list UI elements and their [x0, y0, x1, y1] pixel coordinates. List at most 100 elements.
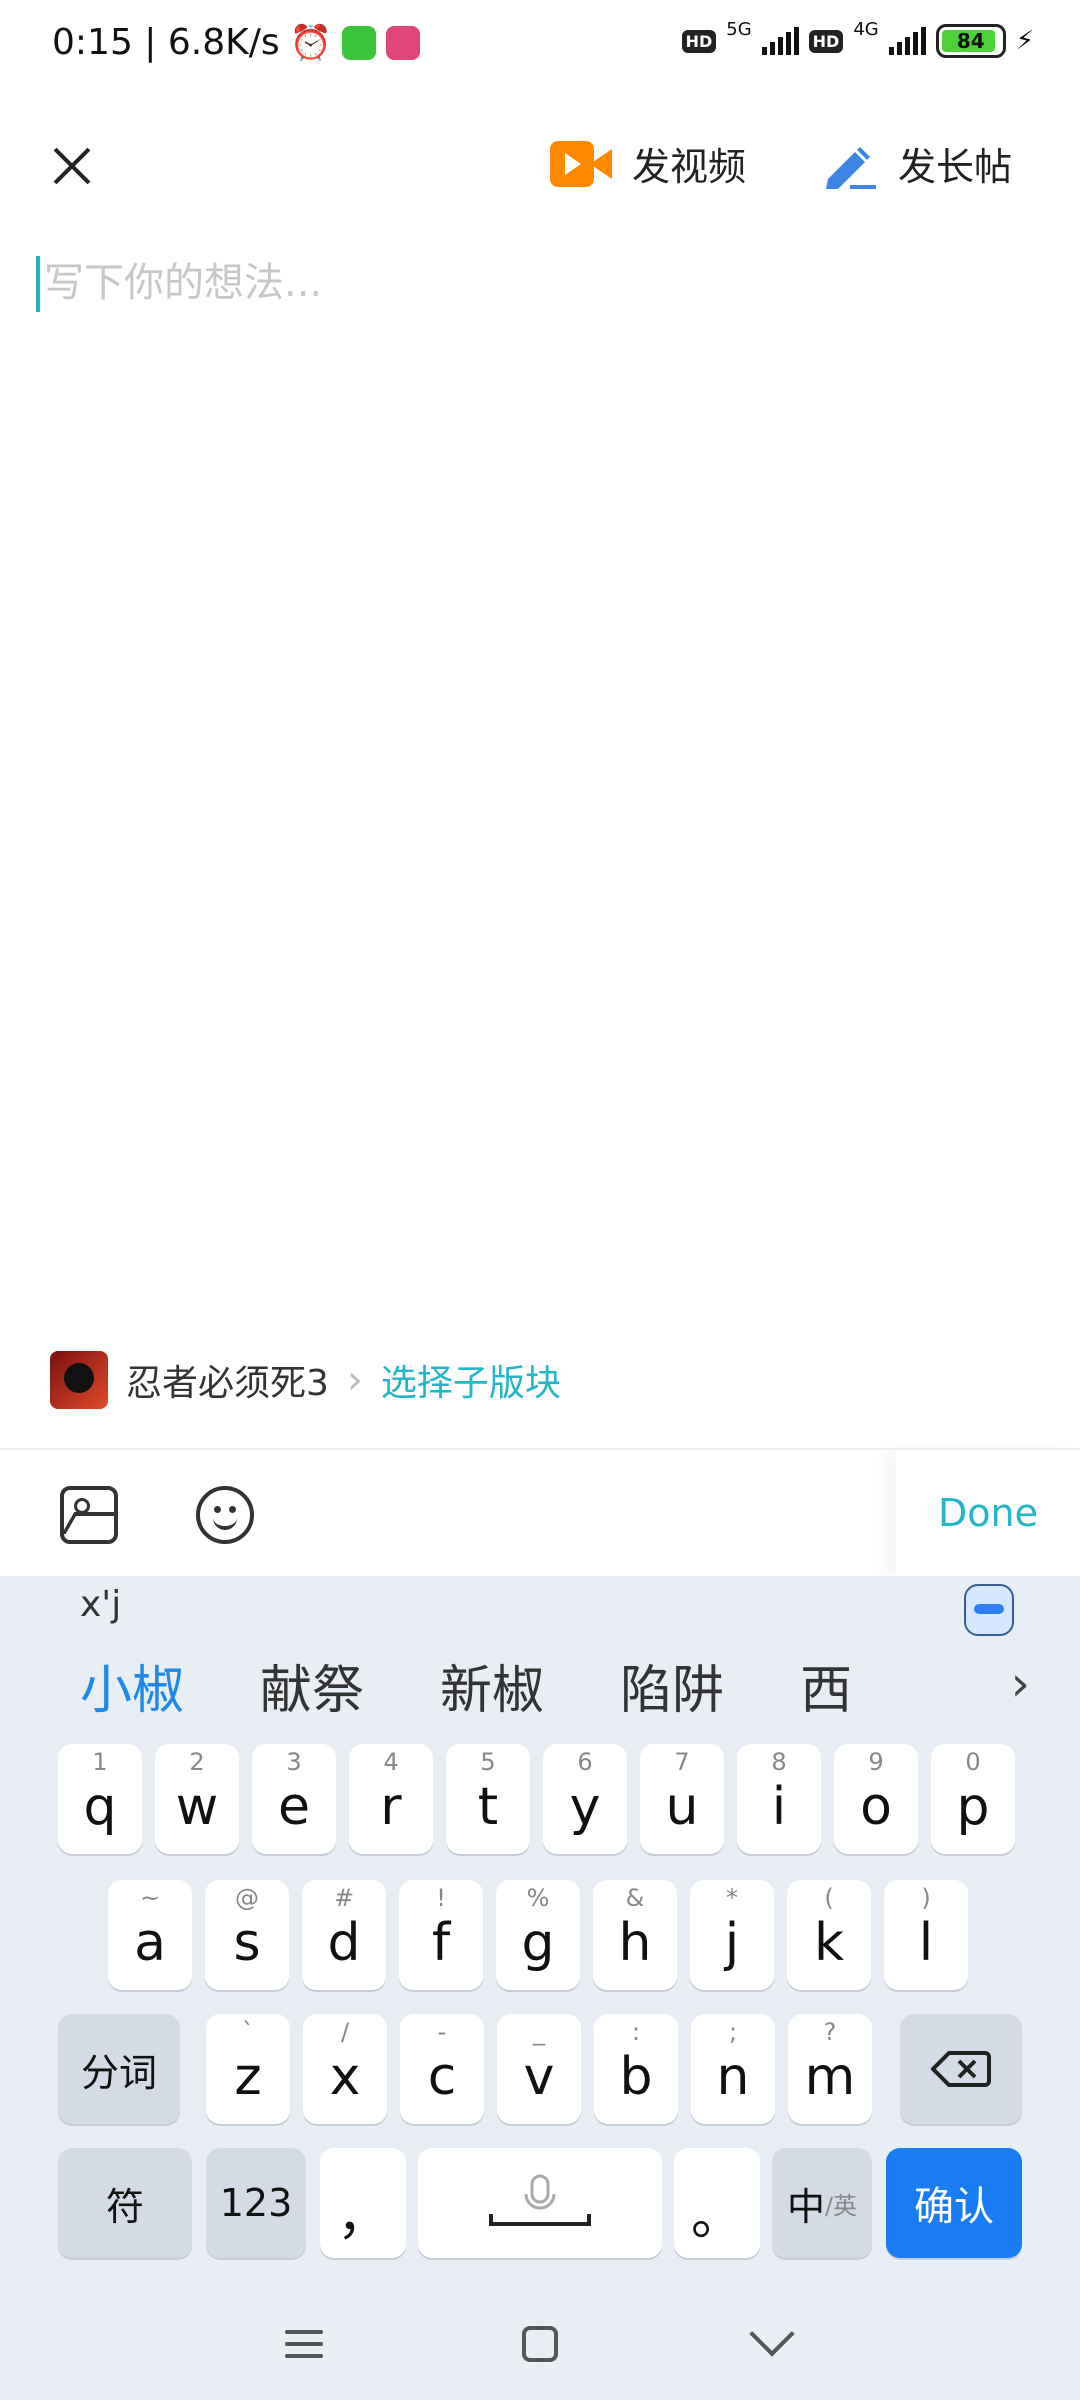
key-p[interactable]: 0p [931, 1744, 1015, 1854]
key-n[interactable]: ; n [691, 2014, 775, 2124]
key-s[interactable]: @ s [205, 1880, 289, 1990]
candidate-item[interactable]: 陷阱 [620, 1648, 724, 1723]
image-icon[interactable] [60, 1486, 118, 1544]
key-y[interactable]: 6y [543, 1744, 627, 1854]
number-key[interactable]: 123 [206, 2148, 306, 2258]
key-label: r [380, 1777, 402, 1837]
key-i[interactable]: 8i [737, 1744, 821, 1854]
battery-icon: 84 [935, 24, 1006, 58]
key-t[interactable]: 5t [446, 1744, 530, 1854]
key-e[interactable]: 3e [252, 1744, 336, 1854]
key-secondary-label: * [726, 1884, 738, 1912]
clock-speed-text: 0:15 | 6.8K/s [52, 22, 280, 63]
done-button[interactable]: Done [938, 1491, 1038, 1535]
key-label: b [619, 2047, 653, 2107]
key-label: m [804, 2047, 856, 2107]
charging-icon: ⚡ [1015, 26, 1034, 56]
pen-icon [826, 146, 876, 189]
post-text-area[interactable]: 写下你的想法... [36, 250, 1036, 330]
key-secondary-label: ` [242, 2018, 254, 2046]
text-caret [36, 256, 40, 312]
compose-header: 发视频 发长帖 [0, 100, 1080, 230]
network-5g-label: 5G [726, 18, 752, 40]
key-label: o [860, 1777, 892, 1837]
post-video-label: 发视频 [632, 145, 747, 189]
video-camera-icon [550, 140, 612, 187]
confirm-key[interactable]: 确认 [886, 2148, 1022, 2258]
back-icon[interactable] [749, 2311, 795, 2357]
candidate-item[interactable]: 小椒 [80, 1648, 184, 1723]
key-secondary-label: ; [728, 2018, 738, 2046]
backspace-key[interactable] [900, 2014, 1022, 2124]
battery-level: 84 [956, 29, 985, 53]
long-post-label: 发长帖 [898, 145, 1013, 189]
long-post-button[interactable]: 发长帖 [820, 136, 1012, 191]
lang-main-label: 中 [786, 2184, 825, 2229]
segment-key[interactable]: 分词 [58, 2014, 180, 2124]
select-sub-board-link[interactable]: 选择子版块 [381, 1354, 561, 1406]
key-secondary-label: ( [824, 1884, 834, 1912]
key-k[interactable]: (k [787, 1880, 871, 1990]
bilibili-app-icon [385, 25, 420, 60]
lang-switch-key[interactable]: 中/英 [772, 2148, 872, 2258]
key-d[interactable]: # d [302, 1880, 386, 1990]
key-c[interactable]: -c [400, 2014, 484, 2124]
symbol-key[interactable]: 符 [58, 2148, 192, 2258]
board-name: 忍者必须死3 [126, 1363, 329, 1404]
key-m[interactable]: ? m [788, 2014, 872, 2124]
candidate-item[interactable]: 新椒 [440, 1648, 544, 1723]
assistant-robot-icon[interactable] [964, 1584, 1014, 1636]
menu-icon[interactable] [285, 2330, 323, 2360]
status-bar: 0:15 | 6.8K/s ⏰ HD 5G HD 4G 84 ⚡ [0, 0, 1080, 100]
comma-key[interactable]: ， [320, 2148, 406, 2258]
key-secondary-label: _ [533, 2018, 545, 2046]
key-label: a [134, 1913, 166, 1973]
key-label: p [956, 1777, 990, 1837]
key-secondary-label: 7 [674, 1748, 690, 1776]
key-a[interactable]: ~ a [108, 1880, 192, 1990]
key-r[interactable]: 4r [349, 1744, 433, 1854]
candidate-item[interactable]: 献祭 [260, 1648, 364, 1723]
key-l[interactable]: ) l [884, 1880, 968, 1990]
emoji-icon[interactable] [196, 1486, 254, 1544]
key-q[interactable]: 1q [58, 1744, 142, 1854]
space-key[interactable] [418, 2148, 662, 2258]
key-label: d [327, 1913, 361, 1973]
key-u[interactable]: 7u [640, 1744, 724, 1854]
key-label: w [175, 1777, 219, 1837]
key-label: 。 [690, 2186, 743, 2247]
key-b[interactable]: :b [594, 2014, 678, 2124]
key-secondary-label: % [526, 1884, 550, 1912]
key-label: 分词 [80, 2050, 157, 2095]
key-v[interactable]: _ v [497, 2014, 581, 2124]
key-label: i [771, 1777, 787, 1837]
signal-icon-2 [888, 27, 926, 55]
chevron-right-icon[interactable]: › [1011, 1656, 1030, 1712]
key-secondary-label: 0 [965, 1748, 981, 1776]
key-j[interactable]: * j [690, 1880, 774, 1990]
key-label: q [83, 1777, 117, 1837]
post-video-button[interactable]: 发视频 [550, 136, 746, 191]
close-icon[interactable] [44, 138, 100, 194]
key-label: l [918, 1913, 934, 1973]
board-selector[interactable]: 忍者必须死3 › 选择子版块 [50, 1345, 561, 1415]
key-h[interactable]: & h [593, 1880, 677, 1990]
home-icon[interactable] [522, 2326, 558, 2362]
wechat-app-icon [341, 25, 376, 60]
compose-toolbar: Done [0, 1450, 1080, 1576]
key-secondary-label: ) [921, 1884, 931, 1912]
key-w[interactable]: 2w [155, 1744, 239, 1854]
key-f[interactable]: ! f [399, 1880, 483, 1990]
key-secondary-label: 4 [383, 1748, 399, 1776]
key-x[interactable]: / x [303, 2014, 387, 2124]
key-g[interactable]: % g [496, 1880, 580, 1990]
board-avatar [50, 1351, 108, 1409]
key-z[interactable]: ` z [206, 2014, 290, 2124]
system-nav-bar [0, 2300, 1080, 2400]
period-key[interactable]: 。 [674, 2148, 760, 2258]
key-secondary-label: @ [235, 1884, 259, 1912]
candidate-item[interactable]: 西 [800, 1648, 852, 1723]
key-o[interactable]: 9o [834, 1744, 918, 1854]
key-secondary-label: 3 [286, 1748, 302, 1776]
candidate-bar: 小椒 献祭 新椒 陷阱 西 [80, 1648, 852, 1723]
